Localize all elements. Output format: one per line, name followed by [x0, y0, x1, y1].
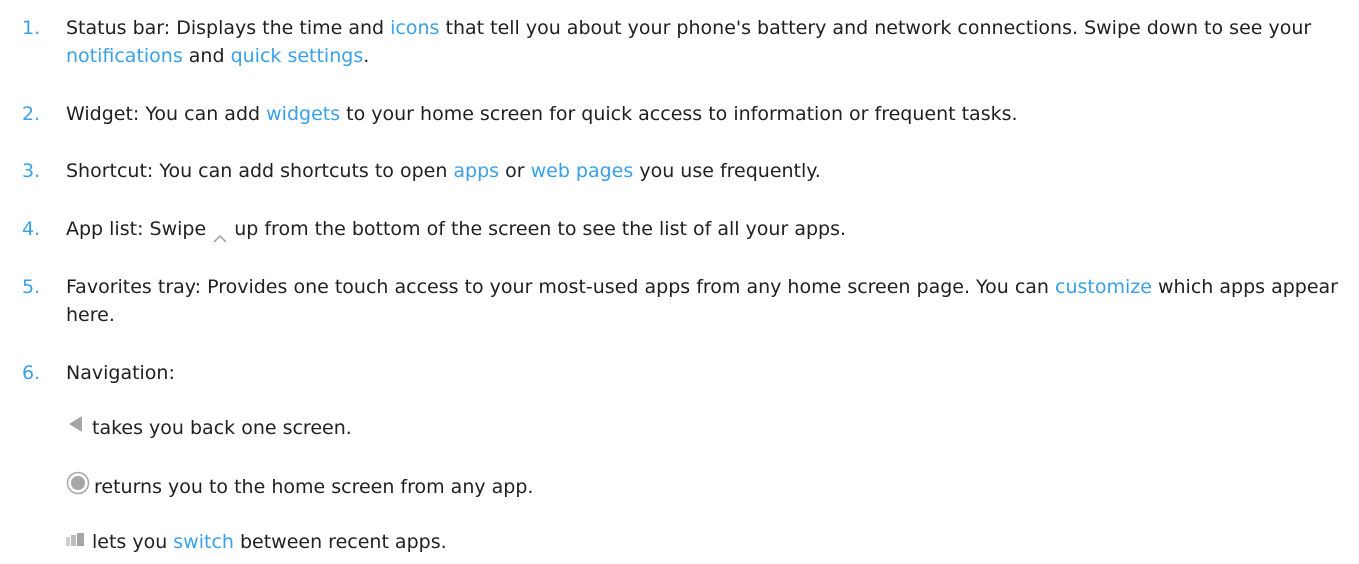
apps-link[interactable]: apps	[453, 160, 499, 182]
item-label: App list:	[66, 218, 144, 240]
notifications-link[interactable]: notifications	[66, 45, 183, 67]
item-number: 2.	[22, 103, 41, 125]
nav-home-row: returns you to the home screen from any …	[66, 471, 533, 503]
item-number: 3.	[22, 160, 41, 182]
nav-home-text: returns you to the home screen from any …	[94, 476, 534, 498]
item-label: Navigation:	[66, 362, 175, 384]
quick-settings-link[interactable]: quick settings	[231, 45, 364, 67]
item-number: 4.	[22, 218, 41, 240]
item-number: 6.	[22, 362, 41, 384]
item-number: 5.	[22, 276, 41, 298]
item-text: Widget: You can add widgets to your home…	[66, 103, 1018, 125]
chevron-up-icon	[212, 224, 228, 243]
back-triangle-icon	[66, 414, 86, 442]
switch-link[interactable]: switch	[173, 528, 234, 556]
nav-back-row: takes you back one screen.	[66, 414, 352, 442]
item-text: Navigation:	[66, 359, 1351, 387]
item-label: Status bar:	[66, 17, 171, 39]
customize-link[interactable]: customize	[1055, 276, 1152, 298]
web-pages-link[interactable]: web pages	[531, 160, 634, 182]
nav-recent-row: lets you switch between recent apps.	[66, 528, 447, 556]
item-text: App list: Swipe up from the bottom of th…	[66, 218, 847, 243]
item-label: Widget:	[66, 103, 140, 125]
item-text: Shortcut: You can add shortcuts to open …	[66, 160, 821, 182]
item-label: Shortcut:	[66, 160, 154, 182]
widgets-link[interactable]: widgets	[266, 103, 340, 125]
recent-apps-icon	[66, 528, 84, 556]
nav-back-text: takes you back one screen.	[92, 417, 352, 439]
item-label: Favorites tray:	[66, 276, 202, 298]
home-circle-icon	[66, 471, 90, 503]
item-text: Favorites tray: Provides one touch acces…	[66, 276, 1338, 326]
icons-link[interactable]: icons	[390, 17, 439, 39]
item-text: Status bar: Displays the time and icons …	[66, 17, 1312, 67]
item-number: 1.	[22, 17, 41, 39]
